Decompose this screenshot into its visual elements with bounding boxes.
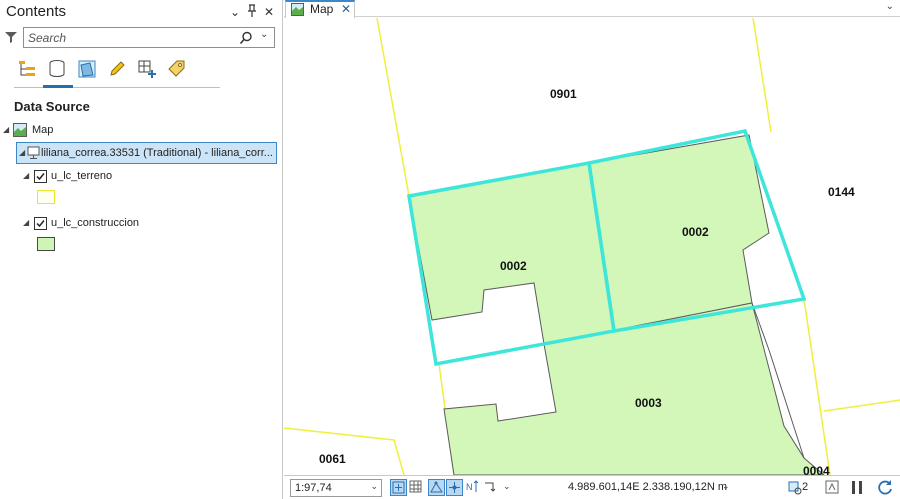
fixed-zoom-icon: [392, 481, 405, 494]
pause-drawing-icon[interactable]: [850, 480, 864, 495]
search-box[interactable]: ⌄: [23, 27, 275, 48]
rotation-chevron-icon[interactable]: ⌄: [503, 481, 511, 492]
view-tab-bar: Map ✕ ⌄: [284, 0, 900, 18]
parcel-label: 0144: [828, 185, 855, 199]
terreno-boundary: [803, 298, 831, 475]
layer-visibility-checkbox[interactable]: [34, 170, 47, 183]
snapping-button[interactable]: [428, 479, 445, 496]
explore-icon[interactable]: [825, 480, 839, 494]
tabs-menu-chevron-icon[interactable]: ⌄: [886, 1, 894, 12]
check-icon: [36, 173, 45, 181]
snapping-icon: [430, 481, 443, 493]
tree-item-layer-construccion[interactable]: ◢ u_lc_construccion: [0, 213, 280, 233]
north-arrow-icon: N: [466, 480, 479, 492]
scale-input[interactable]: [295, 481, 365, 495]
layer-symbol-swatch[interactable]: [37, 190, 55, 204]
list-by-labeling-icon: [168, 60, 185, 77]
contents-pane: Contents ⌄ ✕ ⌄: [0, 0, 283, 499]
search-input[interactable]: [28, 30, 228, 46]
map-icon: [291, 3, 304, 16]
search-options-chevron-icon[interactable]: ⌄: [260, 29, 268, 40]
close-pane-icon[interactable]: ✕: [262, 4, 276, 20]
grid-snap-button[interactable]: [446, 479, 463, 496]
parcel-label: 0002: [682, 225, 709, 239]
scale-dropdown-chevron-icon[interactable]: ⌄: [370, 481, 378, 492]
check-icon: [36, 220, 45, 228]
parcel-label: 0003: [635, 396, 662, 410]
pane-options-chevron-icon[interactable]: ⌄: [228, 4, 242, 20]
contents-title: Contents: [6, 3, 67, 20]
active-tab-indicator: [43, 85, 73, 88]
tree-item-label: u_lc_terreno: [51, 170, 113, 182]
parcel-label: 0004: [803, 464, 830, 475]
tree-item-map[interactable]: ◢ Map: [0, 120, 280, 140]
database-connection-icon: [27, 146, 40, 159]
selected-features-count: 2: [802, 481, 809, 493]
collapse-caret-icon[interactable]: ◢: [3, 120, 9, 140]
grid-snap-icon: [449, 482, 460, 493]
list-by-snapping-button[interactable]: [134, 56, 160, 82]
collapse-caret-icon[interactable]: ◢: [19, 143, 25, 163]
tab-label: Map: [310, 2, 334, 16]
parcel-label: 0901: [550, 87, 577, 101]
rotation-button[interactable]: [483, 479, 500, 496]
tab-map[interactable]: Map ✕: [285, 0, 355, 18]
close-tab-icon[interactable]: ✕: [341, 2, 351, 17]
contents-header: Contents ⌄ ✕: [0, 0, 283, 24]
grid-button[interactable]: [408, 479, 425, 496]
map-icon: [13, 123, 27, 137]
list-by-drawing-order-icon: [19, 61, 35, 76]
collapse-caret-icon[interactable]: ◢: [23, 213, 29, 233]
terreno-boundary: [752, 18, 772, 133]
map-pane: Map ✕ ⌄ 0901 0144 0002 0002 0003 0061 00…: [284, 0, 900, 499]
parcel-label: 0002: [500, 259, 527, 273]
terreno-boundary: [823, 399, 900, 412]
grid-icon: [409, 480, 422, 493]
list-by-snapping-icon: [138, 60, 156, 78]
list-by-editing-button[interactable]: [104, 56, 130, 82]
tree-item-label: liliana_correa.33531 (Traditional) - lil…: [41, 147, 273, 159]
selected-features-icon[interactable]: [787, 480, 802, 495]
pin-icon[interactable]: [245, 4, 259, 20]
list-by-drawing-order-button[interactable]: [14, 56, 40, 82]
north-arrow-button[interactable]: N: [465, 479, 482, 496]
layer-symbol-swatch[interactable]: [37, 237, 55, 251]
tree-item-label: u_lc_construccion: [51, 217, 140, 229]
map-canvas[interactable]: 0901 0144 0002 0002 0003 0061 0004: [284, 18, 900, 475]
coordinates-format-chevron-icon[interactable]: ⌄: [722, 481, 730, 492]
collapse-caret-icon[interactable]: ◢: [23, 166, 29, 186]
list-by-selection-icon: [78, 60, 96, 78]
construccion-polygon: [588, 134, 770, 332]
rotation-icon: [485, 482, 496, 492]
search-icon[interactable]: [239, 31, 253, 45]
parcel-label: 0061: [319, 452, 346, 466]
layer-visibility-checkbox[interactable]: [34, 217, 47, 230]
list-by-selection-button[interactable]: [74, 56, 100, 82]
list-by-labeling-button[interactable]: [164, 56, 190, 82]
list-by-data-source-icon: [49, 60, 65, 78]
filter-icon[interactable]: [4, 30, 18, 44]
refresh-icon[interactable]: [877, 479, 894, 496]
scale-selector[interactable]: ⌄: [290, 479, 382, 497]
cursor-coordinates: 4.989.601,14E 2.338.190,12N m: [568, 481, 728, 493]
svg-text:N: N: [466, 482, 473, 492]
contents-toolbar: [14, 54, 220, 88]
terreno-boundary: [376, 18, 410, 197]
list-heading: Data Source: [14, 99, 90, 114]
map-drawing[interactable]: 0901 0144 0002 0002 0003 0061 0004: [284, 18, 900, 475]
fixed-zoom-button[interactable]: [390, 479, 407, 496]
tree-item-layer-terreno[interactable]: ◢ u_lc_terreno: [0, 166, 280, 186]
tree-item-label: Map: [32, 124, 54, 136]
map-status-bar: ⌄ N ⌄ 4.989.601,14E 2.338.190,12N m ⌄ 2: [284, 475, 900, 499]
list-by-data-source-button[interactable]: [44, 56, 70, 82]
tree-item-database[interactable]: ◢ liliana_correa.33531 (Traditional) - l…: [16, 142, 277, 164]
list-by-editing-icon: [110, 61, 125, 76]
